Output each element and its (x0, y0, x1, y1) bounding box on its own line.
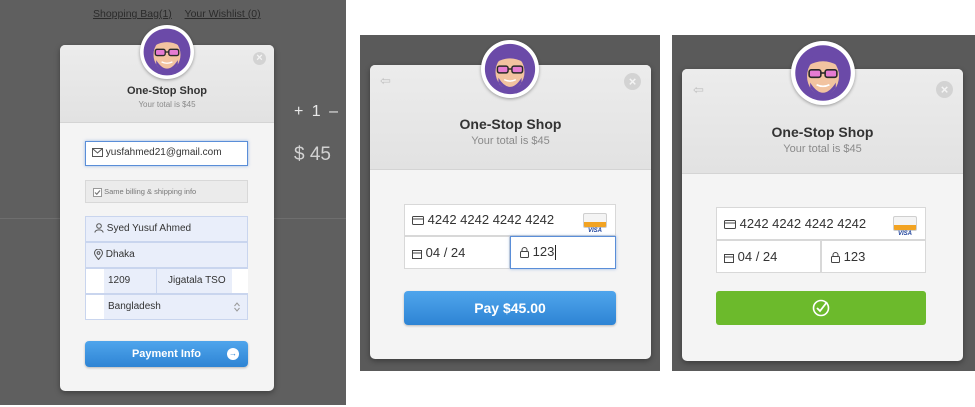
order-total: Your total is $45 (471, 135, 550, 147)
shop-name: One-Stop Shop (126, 85, 208, 97)
cvc-value: 123 (843, 249, 866, 264)
text-cursor (555, 245, 557, 261)
address-row-spacer (86, 269, 104, 293)
back-arrow-icon[interactable]: ⇦ (380, 73, 391, 89)
payment-info-label: Payment Info (131, 348, 202, 360)
payment-modal: ⇦ × One-Stop Shop Your total is $45 4242… (370, 65, 651, 359)
close-icon[interactable]: × (936, 81, 953, 98)
card-number-value: 4242 4242 4242 4242 (739, 216, 867, 231)
checkout-step-shipping: Shopping Bag(1) Your Wishlist (0) + 1 – … (0, 0, 346, 405)
calendar-icon (724, 253, 734, 263)
lock-icon (831, 252, 840, 264)
pay-button[interactable]: Pay $45.00 (404, 291, 616, 325)
credit-card-icon (412, 216, 424, 226)
bearded-man-icon (484, 43, 536, 95)
checkbox-icon[interactable] (93, 187, 102, 197)
lock-icon (520, 247, 529, 259)
country-select[interactable]: Bangladesh (85, 294, 248, 320)
arrow-right-icon: → (227, 348, 239, 360)
city-field[interactable]: Dhaka (85, 242, 248, 268)
cvc-value: 123 (532, 244, 555, 259)
payment-info-button[interactable]: Payment Info → (85, 341, 248, 367)
order-total: Your total is $45 (783, 143, 862, 155)
address-row-end (232, 269, 248, 293)
city-value: Dhaka (105, 249, 135, 260)
shop-name: One-Stop Shop (459, 116, 562, 132)
shop-name: One-Stop Shop (771, 124, 874, 140)
shop-avatar (791, 41, 855, 105)
email-field[interactable]: yusfahmed21@gmail.com (85, 141, 248, 166)
expiry-value: 04 / 24 (737, 249, 778, 264)
payment-success-button[interactable] (716, 291, 926, 325)
wishlist-link[interactable]: Your Wishlist (0) (185, 8, 261, 20)
credit-card-icon (724, 220, 736, 230)
name-field[interactable]: Syed Yusuf Ahmed (85, 216, 248, 242)
cvc-field: 123 (821, 240, 926, 273)
name-value: Syed Yusuf Ahmed (106, 223, 192, 234)
country-value: Bangladesh (108, 301, 161, 312)
bearded-man-icon (795, 45, 851, 101)
visa-icon: VISA (893, 216, 917, 237)
address-row: 1209 Jigatala TSO (85, 268, 248, 294)
visa-icon: VISA (583, 213, 607, 234)
checkout-step-payment: ⇦ × One-Stop Shop Your total is $45 4242… (360, 35, 660, 371)
close-icon[interactable]: × (253, 52, 266, 65)
expiry-field[interactable]: 04 / 24 (404, 236, 510, 269)
payment-success-modal: ⇦ × One-Stop Shop Your total is $45 4242… (682, 69, 963, 361)
order-total: Your total is $45 (138, 100, 196, 109)
area-field[interactable]: Jigatala TSO (168, 269, 226, 293)
mail-icon (92, 147, 103, 157)
calendar-icon (412, 249, 422, 259)
expiry-value: 04 / 24 (425, 245, 466, 260)
card-number-field[interactable]: 4242 4242 4242 4242 VISA (404, 204, 616, 236)
zip-field[interactable]: 1209 (108, 269, 130, 293)
email-value: yusfahmed21@gmail.com (105, 147, 222, 158)
location-pin-icon (94, 248, 103, 260)
shop-avatar (481, 40, 539, 98)
checkmark-circle-icon (812, 299, 830, 317)
checkout-step-success: ⇦ × One-Stop Shop Your total is $45 4242… (672, 35, 975, 371)
shopping-bag-link[interactable]: Shopping Bag(1) (93, 8, 172, 20)
back-arrow-icon[interactable]: ⇦ (693, 82, 704, 98)
card-number-value: 4242 4242 4242 4242 (427, 212, 555, 227)
checkout-modal: × One-Stop Shop Your total is $45 yusfah… (60, 45, 274, 391)
close-icon[interactable]: × (624, 73, 641, 90)
pay-button-label: Pay $45.00 (474, 300, 546, 316)
quantity-stepper[interactable]: + 1 – (294, 103, 340, 121)
same-billing-checkbox[interactable]: Same billing & shipping info (85, 180, 248, 203)
shop-avatar (140, 25, 194, 79)
user-icon (94, 223, 104, 234)
select-arrows-icon[interactable] (234, 302, 240, 312)
same-billing-label: Same billing & shipping info (104, 187, 197, 196)
expiry-field: 04 / 24 (716, 240, 821, 273)
background-price: $ 45 (294, 144, 331, 165)
card-number-field: 4242 4242 4242 4242 VISA (716, 207, 926, 240)
cvc-field[interactable]: 123 (510, 236, 616, 269)
bearded-man-icon (143, 28, 191, 76)
